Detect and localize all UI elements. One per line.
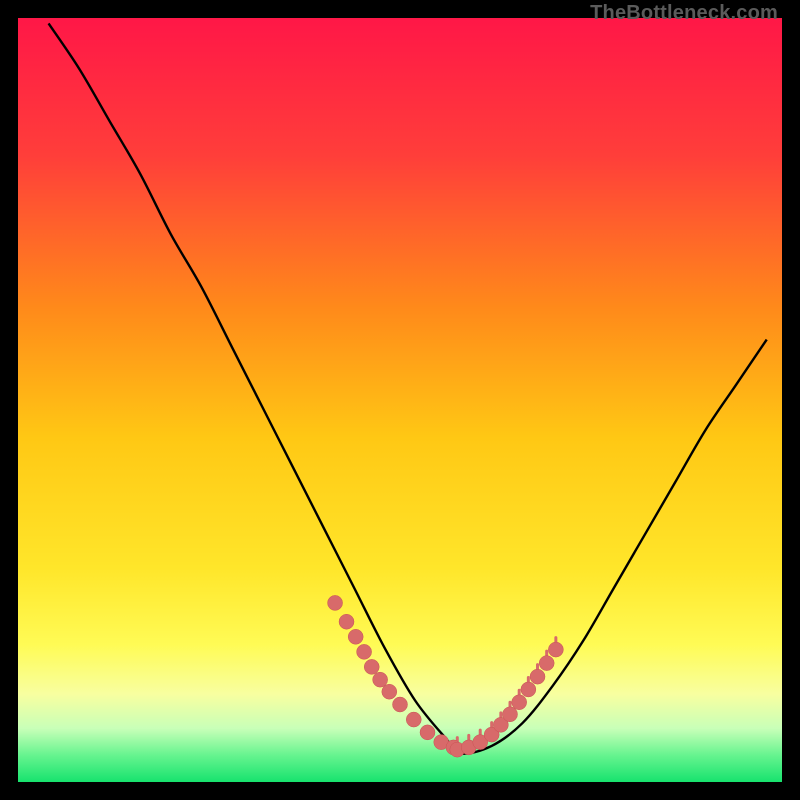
gradient-background	[18, 18, 782, 782]
bottleneck-chart	[18, 18, 782, 782]
chart-frame	[0, 0, 800, 800]
watermark-text: TheBottleneck.com	[590, 2, 778, 25]
